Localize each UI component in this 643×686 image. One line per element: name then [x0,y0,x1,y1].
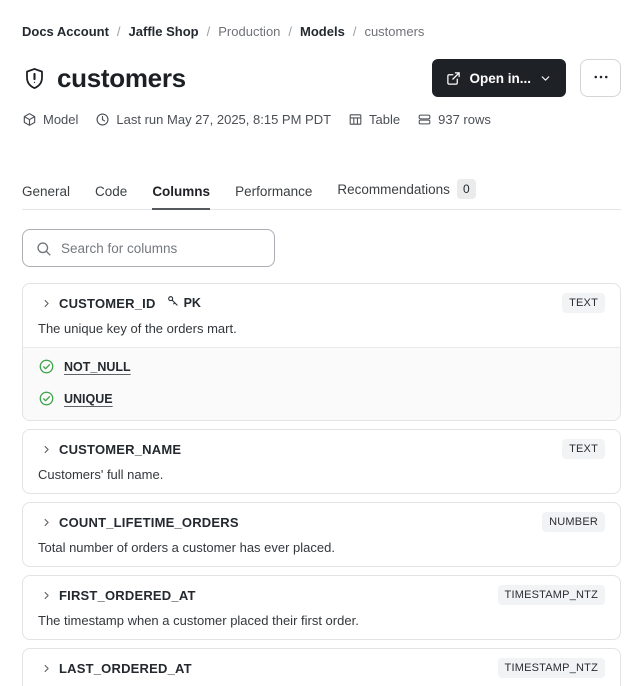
title-wrap: customers [22,63,186,94]
tab-code[interactable]: Code [95,184,127,209]
column-card-last-ordered-at: LAST_ORDERED_ATTIMESTAMP_NTZThe timestam… [22,648,621,686]
column-type-badge: NUMBER [542,512,605,532]
column-card-main: LAST_ORDERED_ATTIMESTAMP_NTZThe timestam… [23,649,620,686]
column-name: FIRST_ORDERED_AT [59,587,196,603]
breadcrumb: Docs Account / Jaffle Shop / Production / Mode… [22,24,621,39]
ellipsis-icon [592,68,610,89]
tab-bar: General Code Columns Performance Recommendat… [22,179,621,210]
meta-materialization-label: Table [369,112,401,127]
chevron-right-icon [41,590,52,601]
column-header[interactable]: COUNT_LIFETIME_ORDERS NUMBER [38,512,605,532]
column-card-first-ordered-at: FIRST_ORDERED_AT TIMESTAMP_NTZ The timesta… [22,575,621,640]
breadcrumb-separator: / [352,24,357,39]
open-in-button[interactable]: Open in... [432,59,566,97]
column-card-main: COUNT_LIFETIME_ORDERS NUMBER Total number … [23,503,620,566]
check-circle-icon [38,358,55,375]
key-icon [166,294,180,313]
search-icon [35,240,52,257]
test-link-not-null[interactable]: NOT_NULL [64,360,131,374]
chevron-right-icon [41,663,52,674]
meta-resource-type-label: Model [43,112,79,127]
test-row-unique: UNIQUE [38,390,605,407]
column-header[interactable]: FIRST_ORDERED_AT TIMESTAMP_NTZ [38,585,605,605]
pk-label: PK [183,296,201,310]
chevron-right-icon [41,444,52,455]
clock-icon [95,112,110,127]
cube-icon [22,112,37,127]
check-circle-icon [38,390,55,407]
breadcrumb-separator: / [116,24,121,39]
more-button[interactable] [580,59,621,97]
column-card-customer-id: CUSTOMER_ID PK TEXT The unique key of the o… [22,283,621,421]
breadcrumb-item-production[interactable]: Production [218,24,280,39]
meta-last-run-label: Last run May 27, 2025, 8:15 PM PDT [116,112,332,127]
tab-general[interactable]: General [22,184,70,209]
column-name: LAST_ORDERED_AT [59,660,192,676]
primary-key-indicator: PK [166,294,201,313]
column-header[interactable]: CUSTOMER_NAME TEXT [38,439,605,459]
column-description: Total number of orders a customer has ev… [38,540,335,555]
column-name: CUSTOMER_ID [59,295,156,311]
column-card-main: FIRST_ORDERED_AT TIMESTAMP_NTZ The timesta… [23,576,620,639]
chevron-right-icon [41,298,52,309]
column-header[interactable]: LAST_ORDERED_AT TIMESTAMP_NTZ [38,658,605,678]
tab-count-badge: 0 [456,179,476,199]
breadcrumb-item-customers[interactable]: customers [364,24,424,39]
tab-label: Code [95,184,128,199]
chevron-right-icon [41,517,52,528]
breadcrumb-separator: / [288,24,293,39]
open-in-label: Open in... [469,70,531,86]
column-description: The unique key of the orders mart. [38,321,237,336]
meta-row-count: 937 rows [417,112,491,127]
tab-columns[interactable]: Columns [152,184,211,210]
meta-materialization: Table [348,112,400,127]
shield-exclamation-icon [22,66,47,91]
breadcrumb-separator: / [206,24,211,39]
breadcrumb-item-jaffle-shop[interactable]: Jaffle Shop [129,24,199,39]
tab-recommendations[interactable]: Recommendations 0 [337,179,476,209]
tab-label: Columns [152,184,211,199]
meta-resource-type: Model [22,112,78,127]
header-actions: Open in... [432,59,621,97]
meta-last-run: Last run May 27, 2025, 8:15 PM PDT [95,112,331,127]
tab-label: Recommendations [337,181,450,197]
search-input[interactable] [61,240,262,256]
column-name: CUSTOMER_NAME [59,441,182,457]
test-link-unique[interactable]: UNIQUE [64,392,113,406]
search-box [22,229,275,267]
column-card-count-lifetime-orders: COUNT_LIFETIME_ORDERS NUMBER Total number … [22,502,621,567]
breadcrumb-item-models[interactable]: Models [300,24,345,39]
page-title: customers [57,62,186,93]
meta-row-count-label: 937 rows [438,112,491,127]
tab-label: Performance [235,184,313,199]
column-name: COUNT_LIFETIME_ORDERS [59,514,239,530]
column-type-badge: TIMESTAMP_NTZ [497,585,605,605]
column-card-main: CUSTOMER_NAME TEXT Customers' full name. [23,430,620,493]
tab-label: General [22,184,71,199]
rows-icon [417,112,432,127]
column-card-main: CUSTOMER_ID PK TEXT The unique key of the o… [23,284,620,347]
column-description: Customers' full name. [38,467,164,482]
model-detail-page: Docs Account / Jaffle Shop / Production / Mode… [0,0,643,686]
column-type-badge: TEXT [562,293,605,313]
test-row-not-null: NOT_NULL [38,358,605,375]
column-card-customer-name: CUSTOMER_NAME TEXT Customers' full name. [22,429,621,494]
table-icon [348,112,363,127]
chevron-down-icon [539,72,552,85]
tab-performance[interactable]: Performance [235,184,312,209]
column-description: The timestamp when a customer placed the… [38,613,359,628]
column-list: CUSTOMER_ID PK TEXT The unique key of the o… [22,283,621,686]
external-link-icon [446,71,461,86]
breadcrumb-item-docs-account[interactable]: Docs Account [22,24,109,39]
column-type-badge: TEXT [562,439,605,459]
meta-row: Model Last run May 27, 2025, 8:15 PM PDT T… [22,112,621,127]
column-type-badge: TIMESTAMP_NTZ [497,658,605,678]
page-header: customers Open in... [22,58,621,98]
column-tests: NOT_NULL UNIQUE [23,347,620,420]
column-header[interactable]: CUSTOMER_ID PK TEXT [38,293,605,313]
